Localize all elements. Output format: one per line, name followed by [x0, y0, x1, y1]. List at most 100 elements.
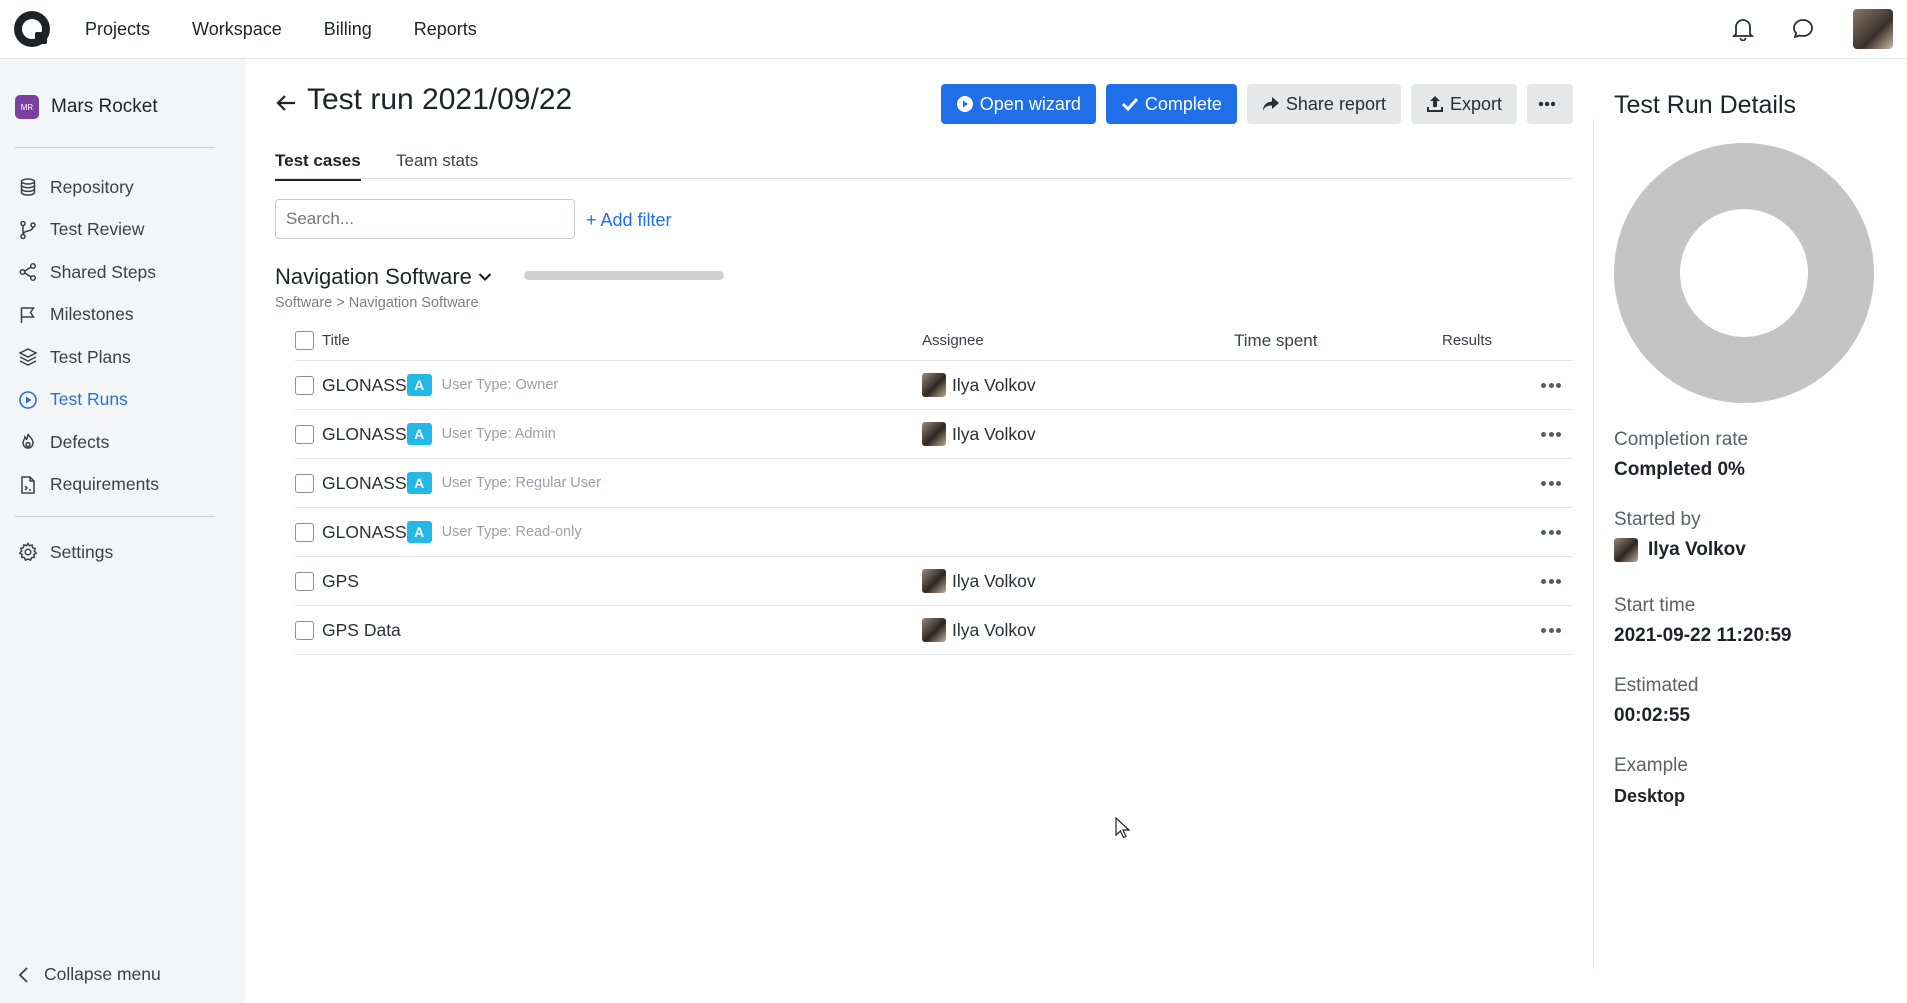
upload-icon	[1426, 96, 1443, 112]
sidebar-nav: Repository Test Review Shared Steps Mile…	[0, 166, 245, 506]
sidebar-item-settings[interactable]: Settings	[0, 531, 245, 574]
sidebar-item-label: Milestones	[50, 304, 134, 325]
search-input[interactable]	[275, 199, 575, 239]
sidebar-item-defects[interactable]: Defects	[0, 421, 245, 464]
test-cases-table: Title Assignee Time spent Results GLONAS…	[295, 321, 1573, 655]
assignee: Ilya Volkov	[922, 569, 1036, 593]
case-title[interactable]: GLONASS A User Type: Regular User	[322, 472, 601, 494]
check-icon	[1121, 97, 1138, 112]
share-report-label: Share report	[1285, 93, 1386, 114]
share-report-button[interactable]: Share report	[1246, 84, 1401, 124]
row-checkbox[interactable]	[295, 571, 314, 591]
table-row[interactable]: GLONASS A User Type: Owner Ilya Volkov	[295, 361, 1573, 410]
nav-projects[interactable]: Projects	[85, 19, 150, 40]
automation-badge: A	[406, 472, 432, 494]
assignee-name: Ilya Volkov	[952, 570, 1036, 591]
row-checkbox[interactable]	[295, 522, 314, 542]
nav-workspace[interactable]: Workspace	[192, 19, 282, 40]
example-value: Desktop	[1614, 786, 1686, 806]
sidebar-item-requirements[interactable]: Requirements	[0, 464, 245, 507]
sidebar-divider	[15, 147, 215, 148]
row-checkbox[interactable]	[295, 375, 314, 395]
row-more-icon[interactable]	[1541, 424, 1561, 444]
share-arrow-icon	[1262, 97, 1279, 111]
panel-divider	[1593, 119, 1594, 969]
case-title[interactable]: GPS Data	[322, 620, 401, 641]
row-more-icon[interactable]	[1541, 473, 1561, 493]
nav-reports[interactable]: Reports	[414, 19, 477, 40]
column-header-results[interactable]: Results	[1442, 332, 1492, 349]
assignee-name: Ilya Volkov	[952, 423, 1036, 444]
table-row[interactable]: GPS Ilya Volkov	[295, 557, 1573, 606]
column-header-assignee[interactable]: Assignee	[922, 332, 984, 349]
avatar	[1614, 538, 1638, 562]
case-title[interactable]: GLONASS A User Type: Admin	[322, 423, 556, 445]
row-checkbox[interactable]	[295, 424, 314, 444]
sidebar-item-label: Test Plans	[50, 346, 131, 367]
project-selector[interactable]: MR Mars Rocket	[0, 59, 245, 129]
add-filter-link[interactable]: + Add filter	[586, 210, 672, 231]
assignee-name: Ilya Volkov	[952, 619, 1036, 640]
more-actions-button[interactable]	[1527, 84, 1573, 124]
row-checkbox[interactable]	[295, 473, 314, 493]
table-row[interactable]: GLONASS A User Type: Regular User	[295, 459, 1573, 508]
main-content: Test run 2021/09/22 Open wizard Complete…	[275, 59, 1573, 1003]
export-label: Export	[1449, 93, 1502, 114]
column-header-title[interactable]: Title	[322, 332, 350, 349]
top-bar: Projects Workspace Billing Reports	[0, 0, 1907, 59]
export-button[interactable]: Export	[1410, 84, 1517, 124]
suite-progress-bar	[524, 271, 724, 280]
case-subtitle: User Type: Admin	[441, 426, 556, 442]
sidebar-item-repository[interactable]: Repository	[0, 166, 245, 209]
sidebar-item-test-runs[interactable]: Test Runs	[0, 379, 245, 422]
sidebar-item-shared-steps[interactable]: Shared Steps	[0, 251, 245, 294]
completion-rate-label: Completion rate	[1614, 429, 1749, 450]
bell-icon[interactable]	[1729, 15, 1757, 43]
case-subtitle: User Type: Read-only	[441, 524, 582, 540]
start-time-value: 2021-09-22 11:20:59	[1614, 625, 1792, 646]
chevron-down-icon	[478, 273, 492, 282]
row-more-icon[interactable]	[1541, 522, 1561, 542]
tab-bar: Test cases Team stats	[275, 151, 1573, 181]
sidebar-item-label: Defects	[50, 431, 110, 452]
start-time-label: Start time	[1614, 595, 1696, 616]
case-title[interactable]: GLONASS A User Type: Owner	[322, 374, 558, 396]
details-title: Test Run Details	[1614, 91, 1797, 119]
assignee-name: Ilya Volkov	[952, 374, 1036, 395]
sidebar-item-milestones[interactable]: Milestones	[0, 294, 245, 337]
mouse-cursor-icon	[1115, 817, 1131, 839]
sidebar-item-test-plans[interactable]: Test Plans	[0, 336, 245, 379]
avatar	[922, 373, 946, 397]
case-title[interactable]: GPS	[322, 571, 359, 592]
tab-test-cases[interactable]: Test cases	[275, 151, 361, 181]
suite-title[interactable]: Navigation Software	[275, 264, 492, 290]
open-wizard-button[interactable]: Open wizard	[940, 84, 1096, 124]
app-logo[interactable]	[14, 11, 50, 47]
row-more-icon[interactable]	[1541, 620, 1561, 640]
complete-label: Complete	[1144, 93, 1222, 114]
sidebar-item-test-review[interactable]: Test Review	[0, 209, 245, 252]
nav-billing[interactable]: Billing	[324, 19, 372, 40]
project-name: Mars Rocket	[51, 96, 158, 117]
table-row[interactable]: GLONASS A User Type: Admin Ilya Volkov	[295, 410, 1573, 459]
complete-button[interactable]: Complete	[1105, 84, 1237, 124]
row-more-icon[interactable]	[1541, 571, 1561, 591]
row-more-icon[interactable]	[1541, 375, 1561, 395]
tab-team-stats[interactable]: Team stats	[396, 151, 478, 179]
sidebar-item-label: Requirements	[50, 474, 159, 495]
started-by-name: Ilya Volkov	[1648, 539, 1746, 560]
select-all-checkbox[interactable]	[295, 331, 314, 350]
automation-badge: A	[406, 521, 432, 543]
table-row[interactable]: GPS Data Ilya Volkov	[295, 606, 1573, 655]
collapse-menu-button[interactable]: Collapse menu	[18, 964, 161, 985]
chat-icon[interactable]	[1789, 15, 1817, 43]
row-checkbox[interactable]	[295, 620, 314, 640]
table-row[interactable]: GLONASS A User Type: Read-only	[295, 508, 1573, 557]
user-avatar[interactable]	[1853, 9, 1893, 49]
project-badge: MR	[15, 95, 39, 119]
case-title-text: GPS	[322, 570, 359, 591]
column-header-time-spent[interactable]: Time spent	[1234, 331, 1317, 351]
case-title[interactable]: GLONASS A User Type: Read-only	[322, 521, 582, 543]
gear-icon	[18, 542, 38, 562]
back-arrow-icon[interactable]	[275, 92, 297, 114]
